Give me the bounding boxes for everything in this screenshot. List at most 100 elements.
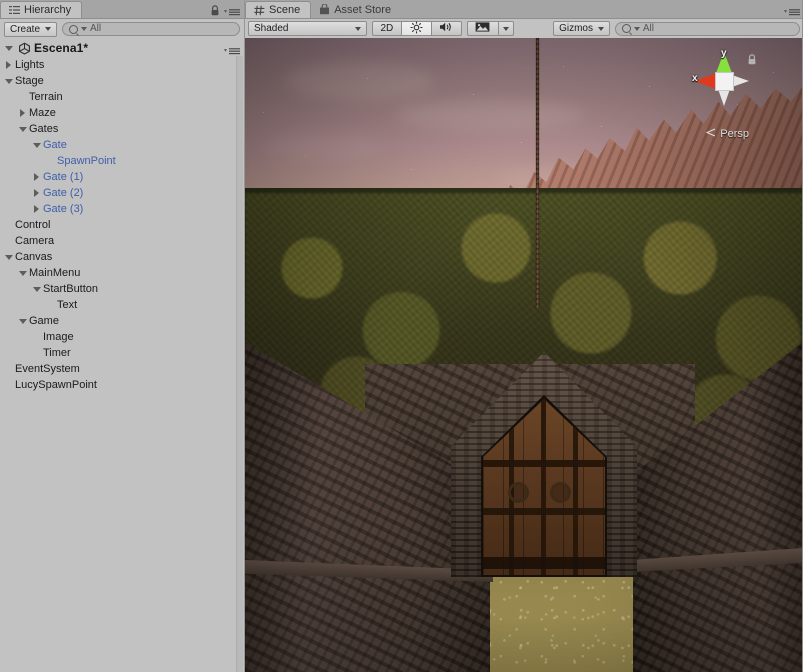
search-icon (69, 24, 79, 34)
hierarchy-row[interactable]: Gate (3) (0, 201, 244, 217)
hierarchy-row[interactable]: Stage (0, 73, 244, 89)
scene-panel-menu-icon[interactable] (783, 4, 801, 16)
hierarchy-row[interactable]: Canvas (0, 249, 244, 265)
gizmos-label: Gizmos (559, 23, 593, 34)
expand-toggle-open-icon[interactable] (4, 73, 15, 89)
gizmos-dropdown[interactable]: Gizmos (553, 21, 611, 36)
tab-asset-store[interactable]: Asset Store (311, 1, 401, 18)
draw-mode-dropdown[interactable]: Shaded (248, 21, 368, 36)
hierarchy-row-label: MainMenu (29, 267, 81, 279)
hierarchy-row-label: StartButton (43, 283, 99, 295)
hierarchy-row[interactable]: Lights (0, 57, 244, 73)
expand-toggle-open-icon[interactable] (18, 313, 29, 329)
chevron-down-icon (502, 26, 509, 31)
gizmo-lock-icon[interactable] (747, 52, 757, 65)
hierarchy-row[interactable]: Game (0, 313, 244, 329)
row-spacer (4, 233, 15, 249)
expand-toggle-closed-icon[interactable] (32, 185, 43, 201)
tab-asset-store-label: Asset Store (334, 3, 392, 16)
hierarchy-row[interactable]: Gate (2) (0, 185, 244, 201)
row-spacer (46, 153, 57, 169)
hierarchy-row[interactable]: Gate (0, 137, 244, 153)
hierarchy-row-label: Maze (29, 107, 56, 119)
expand-toggle-closed-icon[interactable] (4, 57, 15, 73)
hierarchy-tree: Lights Stage Terrain Maze Gates Gate SpawnPoin… (0, 57, 244, 393)
hierarchy-row[interactable]: Timer (0, 345, 244, 361)
hierarchy-row[interactable]: EventSystem (0, 361, 244, 377)
hierarchy-row[interactable]: StartButton (0, 281, 244, 297)
hierarchy-row[interactable]: MainMenu (0, 265, 244, 281)
draw-mode-label: Shaded (254, 23, 289, 34)
hierarchy-row[interactable]: Gates (0, 121, 244, 137)
tab-scene[interactable]: Scene (245, 1, 312, 18)
effects-button[interactable] (466, 21, 499, 36)
grid-icon (254, 5, 265, 16)
hierarchy-row[interactable]: Control (0, 217, 244, 233)
scene-row-menu-icon[interactable] (223, 43, 241, 55)
hierarchy-row-label: Gate (2) (43, 187, 84, 199)
scene-view-gizmo[interactable]: y x Persp (692, 48, 757, 140)
hierarchy-row[interactable]: SpawnPoint (0, 153, 244, 169)
row-spacer (46, 297, 57, 313)
toggle-lighting-button[interactable] (401, 21, 432, 37)
chevron-down-icon (355, 26, 362, 31)
scene-panel: Scene Asset Store Shaded 2D Gizmos All y… (245, 0, 803, 672)
hierarchy-scrollbar[interactable] (236, 56, 243, 672)
toggle-2d-button[interactable]: 2D (371, 21, 402, 36)
scene-effects-group (466, 21, 514, 36)
hierarchy-row[interactable]: LucySpawnPoint (0, 377, 244, 393)
create-button[interactable]: Create (4, 21, 58, 37)
hierarchy-row[interactable]: Image (0, 329, 244, 345)
hierarchy-row[interactable]: Camera (0, 233, 244, 249)
gate-iron-band-bottom (483, 557, 605, 569)
hierarchy-row[interactable]: Gate (1) (0, 169, 244, 185)
panel-menu-icon[interactable] (223, 4, 241, 16)
gate-iron-band-mid (483, 508, 605, 515)
speaker-icon (439, 21, 453, 36)
scene-root-toggle[interactable] (4, 40, 15, 56)
hierarchy-row-label: Gate (1) (43, 171, 84, 183)
gizmo-projection-toggle[interactable]: Persp (705, 128, 749, 140)
hierarchy-row[interactable]: Maze (0, 105, 244, 121)
gizmo-axis-x-cone[interactable] (695, 73, 716, 89)
hierarchy-row-label: SpawnPoint (57, 155, 116, 167)
expand-toggle-closed-icon[interactable] (32, 201, 43, 217)
expand-toggle-open-icon[interactable] (32, 281, 43, 297)
expand-toggle-open-icon[interactable] (32, 137, 43, 153)
row-spacer (32, 345, 43, 361)
expand-toggle-closed-icon[interactable] (18, 105, 29, 121)
lock-icon[interactable] (210, 3, 220, 16)
hierarchy-search-input[interactable]: All (62, 22, 240, 36)
gizmo-axis-x-negative-cone[interactable] (732, 75, 749, 87)
scene-root-row[interactable]: Escena1* (0, 39, 244, 57)
gate-object[interactable] (451, 352, 637, 577)
hierarchy-row-label: Gates (29, 123, 59, 135)
hierarchy-row[interactable]: Text (0, 297, 244, 313)
hierarchy-tabbar: Hierarchy (0, 0, 244, 19)
scene-toolbar: Shaded 2D Gizmos All (245, 19, 803, 39)
sun-icon (410, 21, 423, 37)
hierarchy-search-value: All (90, 23, 102, 34)
search-icon (621, 24, 631, 33)
row-spacer (18, 89, 29, 105)
gizmo-axis-x-label: x (692, 73, 698, 84)
expand-toggle-open-icon[interactable] (4, 249, 15, 265)
gizmo-axis-y-negative-cone[interactable] (718, 89, 730, 106)
expand-toggle-open-icon[interactable] (18, 265, 29, 281)
scene-view-toggles: 2D (371, 21, 462, 37)
expand-toggle-closed-icon[interactable] (32, 169, 43, 185)
effects-dropdown-button[interactable] (498, 21, 514, 36)
gate-iron-band-top (483, 460, 605, 467)
unity-editor-window: Hierarchy Create All Escena1* Lights Sta… (0, 0, 803, 672)
scene-viewport[interactable]: y x Persp (245, 38, 803, 672)
row-spacer (4, 361, 15, 377)
tab-hierarchy[interactable]: Hierarchy (0, 1, 83, 18)
create-button-label: Create (10, 23, 41, 35)
chevron-down-icon (598, 26, 605, 31)
expand-toggle-open-icon[interactable] (18, 121, 29, 137)
scene-search-input[interactable]: All (614, 21, 800, 36)
hierarchy-row[interactable]: Terrain (0, 89, 244, 105)
toggle-audio-button[interactable] (431, 21, 462, 36)
hierarchy-row-label: Camera (15, 235, 55, 247)
gizmo-center-cube[interactable] (715, 72, 734, 91)
